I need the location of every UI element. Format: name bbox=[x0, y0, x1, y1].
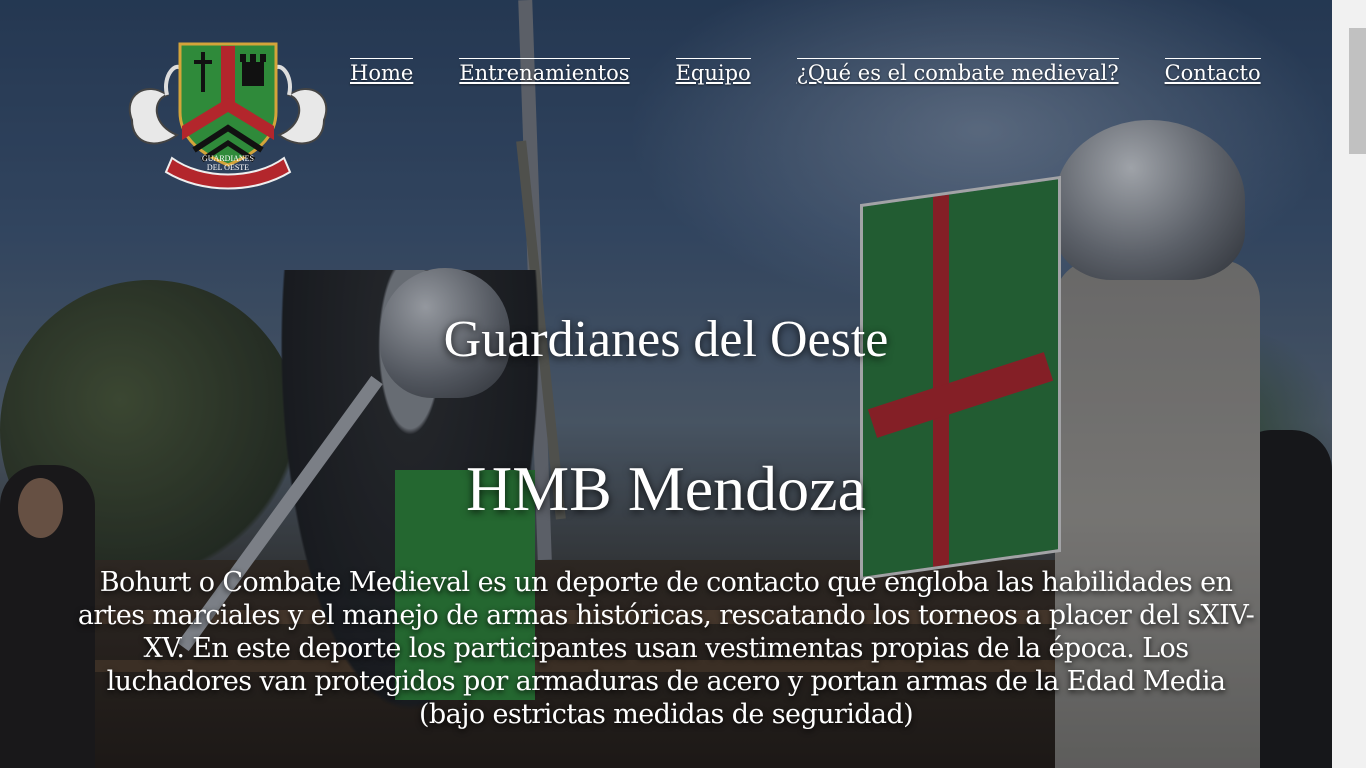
nav-home[interactable]: Home bbox=[350, 58, 414, 85]
hero-subtitle: HMB Mendoza bbox=[466, 453, 866, 524]
logo-text-line1: GUARDIANES bbox=[202, 154, 254, 163]
hero-description: Bohurt o Combate Medieval es un deporte … bbox=[77, 567, 1255, 730]
nav-combate-medieval[interactable]: ¿Qué es el combate medieval? bbox=[796, 58, 1119, 85]
main-nav: Home Entrenamientos Equipo ¿Qué es el co… bbox=[350, 58, 1261, 85]
nav-equipo[interactable]: Equipo bbox=[675, 58, 751, 85]
nav-entrenamientos[interactable]: Entrenamientos bbox=[459, 58, 630, 85]
nav-contacto[interactable]: Contacto bbox=[1164, 58, 1261, 85]
site-logo[interactable]: GUARDIANES DEL OESTE bbox=[122, 40, 334, 190]
hero-title: Guardianes del Oeste bbox=[443, 311, 889, 368]
logo-text-line2: DEL OESTE bbox=[206, 163, 250, 172]
scrollbar-thumb[interactable] bbox=[1349, 28, 1366, 154]
